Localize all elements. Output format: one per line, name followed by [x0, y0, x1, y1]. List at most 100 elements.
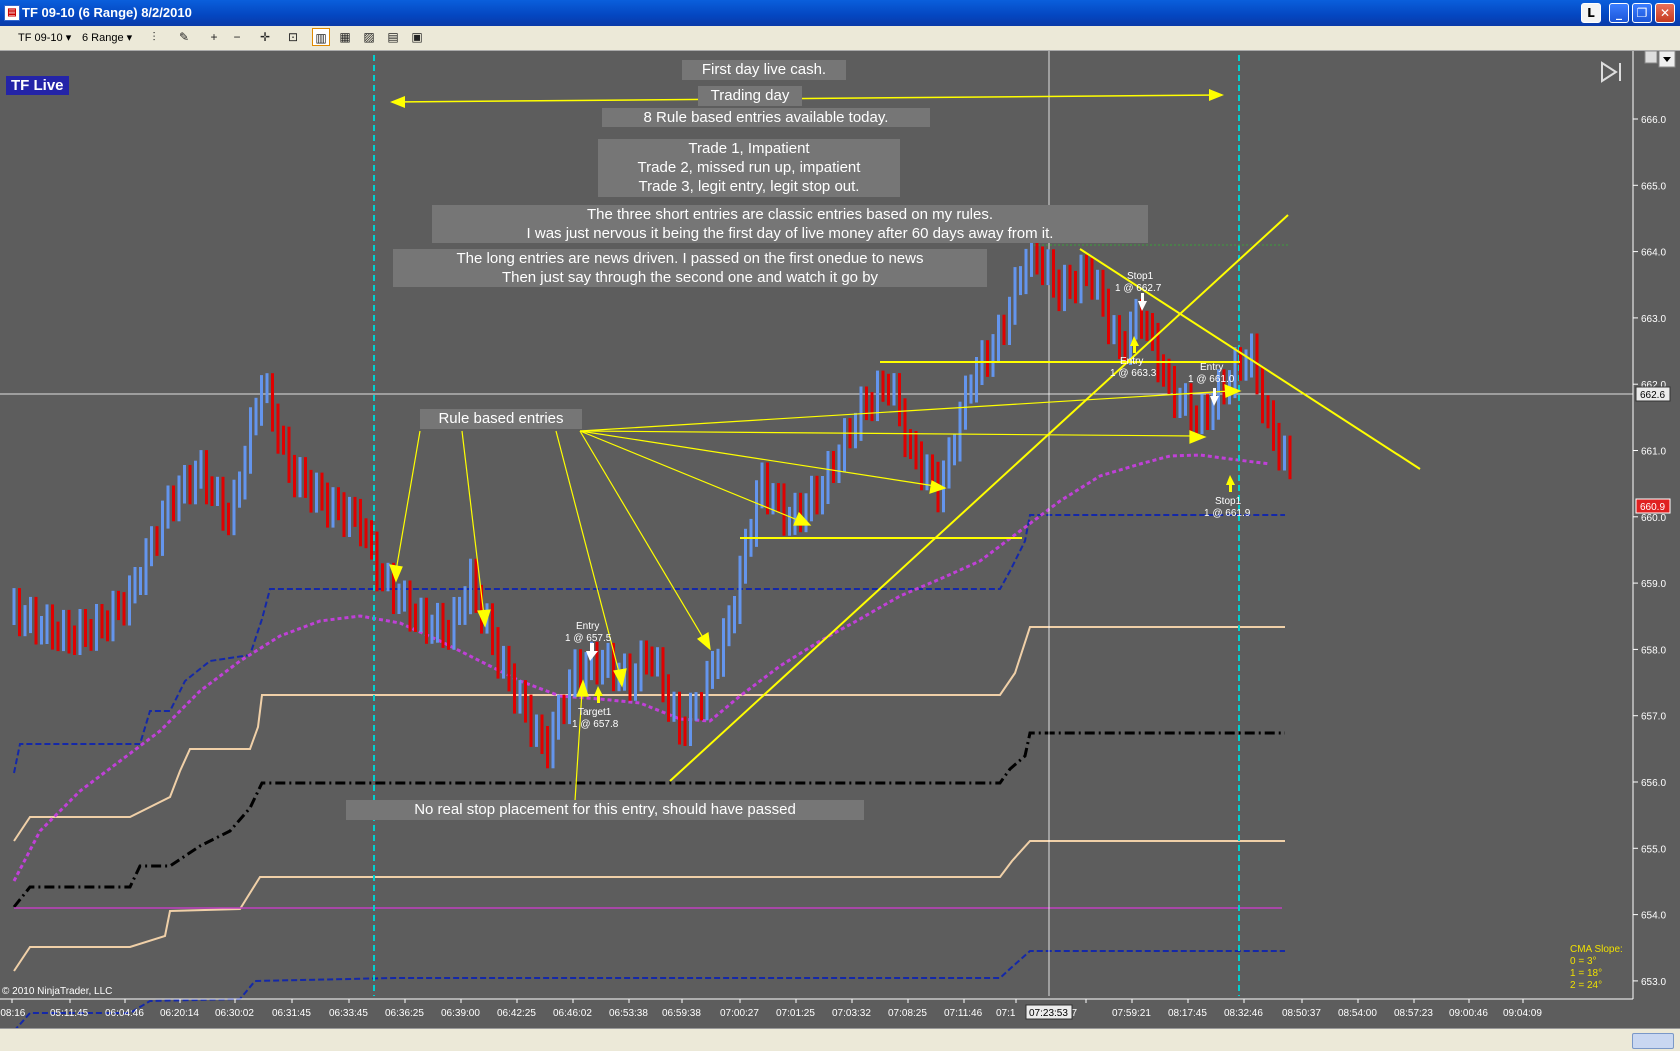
note-trading-day: Trading day — [698, 86, 802, 106]
stop1a-price: 1 @ 662.7 — [1115, 283, 1162, 294]
live-account-badge: TF Live — [6, 76, 69, 95]
price-tick-label: 664.0 — [1641, 248, 1666, 259]
time-tick-label: 06:20:14 — [160, 1008, 199, 1019]
zoom-in-icon[interactable]: + — [205, 28, 223, 46]
crosshair-price: 662.6 — [1640, 390, 1665, 401]
last-price: 660.9 — [1640, 502, 1665, 513]
time-tick-label: 07:59:21 — [1112, 1008, 1151, 1019]
note-no-stop: No real stop placement for this entry, s… — [346, 800, 864, 820]
time-tick-label: 4:08:16 — [0, 1008, 26, 1019]
cma-line-2: 2 = 24° — [1570, 980, 1603, 991]
price-tick-label: 659.0 — [1641, 579, 1666, 590]
properties-icon[interactable]: ⊡ — [284, 28, 302, 46]
time-tick-label: 08:54:00 — [1338, 1008, 1377, 1019]
time-tick-label: 06:46:02 — [553, 1008, 592, 1019]
crosshair-icon[interactable]: ✛ — [256, 28, 274, 46]
time-tick-label: 06:39:00 — [441, 1008, 480, 1019]
price-tick-label: 666.0 — [1641, 115, 1666, 126]
zoom-out-icon[interactable]: − — [228, 28, 246, 46]
cma-title: CMA Slope: — [1570, 944, 1623, 955]
stop1b-arrow-icon — [1226, 475, 1235, 492]
chart-canvas: Entry 1 @ 657.5 Target1 1 @ 657.8 Stop1 … — [0, 51, 1676, 1028]
close-button[interactable]: ✕ — [1655, 3, 1675, 23]
note-rule-based: Rule based entries — [420, 409, 582, 429]
time-tick-label: 07:00:27 — [720, 1008, 759, 1019]
cma-line-0: 0 = 3° — [1570, 956, 1597, 967]
restore-button[interactable]: ❐ — [1632, 3, 1652, 23]
price-axis: 666.0665.0664.0663.0662.0661.0660.0659.0… — [1632, 51, 1666, 999]
price-tick-label: 654.0 — [1641, 911, 1666, 922]
entry2-price: 1 @ 663.3 — [1110, 368, 1157, 379]
price-tick-label: 653.0 — [1641, 977, 1666, 988]
period-dropdown[interactable]: 6 Range ▾ — [82, 31, 132, 44]
entry1-price: 1 @ 657.5 — [565, 633, 612, 644]
target1-price: 1 @ 657.8 — [572, 719, 619, 730]
price-tick-label: 663.0 — [1641, 314, 1666, 325]
entry2-label: Entry — [1120, 356, 1143, 367]
time-tick-label: 08:50:37 — [1282, 1008, 1321, 1019]
copyright-text: © 2010 NinjaTrader, LLC — [2, 986, 113, 997]
scroll-to-end-icon[interactable] — [1601, 61, 1621, 83]
indicator-lines — [0, 51, 1633, 1028]
title-bar: ▤ TF 09-10 (6 Range) 8/2/2010 L _ ❐ ✕ — [0, 0, 1680, 26]
note-long-entries: The long entries are news driven. I pass… — [393, 249, 987, 287]
data-box-icon[interactable]: ▣ — [408, 28, 426, 46]
execution-markers — [586, 293, 1235, 703]
chart-trader-icon[interactable]: ▥ — [312, 28, 330, 46]
time-tick-label: 05:11:45 — [50, 1008, 89, 1019]
price-tick-label: 655.0 — [1641, 844, 1666, 855]
pencil-icon[interactable]: ✎ — [175, 28, 193, 46]
instrument-label: TF 09-10 — [18, 32, 63, 44]
stop1b-price: 1 @ 661.9 — [1204, 508, 1251, 519]
instrument-dropdown[interactable]: TF 09-10 ▾ — [18, 31, 71, 44]
stop1b-label: Stop1 — [1215, 496, 1242, 507]
black-band-line — [12, 731, 1285, 908]
arrowhead-right — [1209, 89, 1224, 101]
rule-entry-arrows — [389, 384, 1242, 802]
target1-label: Target1 — [578, 707, 612, 718]
strategies-icon[interactable]: ▦ — [336, 28, 354, 46]
time-tick-label: 09:00:46 — [1449, 1008, 1488, 1019]
stop1a-label: Stop1 — [1127, 271, 1154, 282]
time-tick-label: 06:36:25 — [385, 1008, 424, 1019]
price-tick-label: 661.0 — [1641, 447, 1666, 458]
price-tick-label: 665.0 — [1641, 181, 1666, 192]
link-button[interactable]: L — [1581, 3, 1601, 23]
note-trades: Trade 1, Impatient Trade 2, missed run u… — [598, 139, 900, 197]
window-title: TF 09-10 (6 Range) 8/2/2010 — [22, 5, 192, 20]
time-tick-label: 08:57:23 — [1394, 1008, 1433, 1019]
arrowhead-left — [390, 96, 405, 108]
price-chart[interactable]: Entry 1 @ 657.5 Target1 1 @ 657.8 Stop1 … — [0, 51, 1680, 1028]
bar-type-icon[interactable]: ⫶ — [145, 28, 163, 46]
time-tick-label: 06:53:38 — [609, 1008, 648, 1019]
indicators-icon[interactable]: ▨ — [360, 28, 378, 46]
price-tick-label: 656.0 — [1641, 778, 1666, 789]
toolbar: TF 09-10 ▾ 6 Range ▾ ⫶ ✎ + − ✛ ⊡ ▥ ▦ ▨ ▤… — [0, 26, 1680, 51]
cma-slope-legend: CMA Slope: 0 = 3° 1 = 18° 2 = 24° — [1570, 944, 1623, 992]
time-tick-label: 09:04:09 — [1503, 1008, 1542, 1019]
time-axis: 4:08:16 05:11:45 06:04:46 06:20:14 06:30:02 0… — [0, 998, 1633, 1019]
time-tick-label: 08:32:46 — [1224, 1008, 1263, 1019]
time-tick-label: 07:01:25 — [776, 1008, 815, 1019]
note-short-entries: The three short entries are classic entr… — [432, 205, 1148, 243]
time-tick-label: 06:42:25 — [497, 1008, 536, 1019]
price-tick-label: 660.0 — [1641, 513, 1666, 524]
period-label: 6 Range — [82, 32, 124, 44]
time-tick-label: 06:31:45 — [272, 1008, 311, 1019]
horizontal-scrollbar[interactable] — [0, 1028, 1680, 1051]
panel-f-icon — [1644, 51, 1658, 64]
time-tick-label: 06:04:46 — [105, 1008, 144, 1019]
crosshair-time: 07:23:53 — [1029, 1008, 1068, 1019]
trading-day-arrow-line — [391, 94, 1223, 103]
scrollbar-thumb[interactable] — [1632, 1033, 1674, 1049]
time-tick-label: 07:03:32 — [832, 1008, 871, 1019]
time-tick-label: 07:11:46 — [944, 1008, 983, 1019]
entry1-label: Entry — [576, 621, 599, 632]
time-tick-label: 08:17:45 — [1168, 1008, 1207, 1019]
price-tick-label: 658.0 — [1641, 645, 1666, 656]
price-tick-label: 657.0 — [1641, 712, 1666, 723]
templates-icon[interactable]: ▤ — [384, 28, 402, 46]
minimize-button[interactable]: _ — [1609, 3, 1629, 23]
time-tick-label: 06:33:45 — [329, 1008, 368, 1019]
note-entries-available: 8 Rule based entries available today. — [602, 108, 930, 127]
